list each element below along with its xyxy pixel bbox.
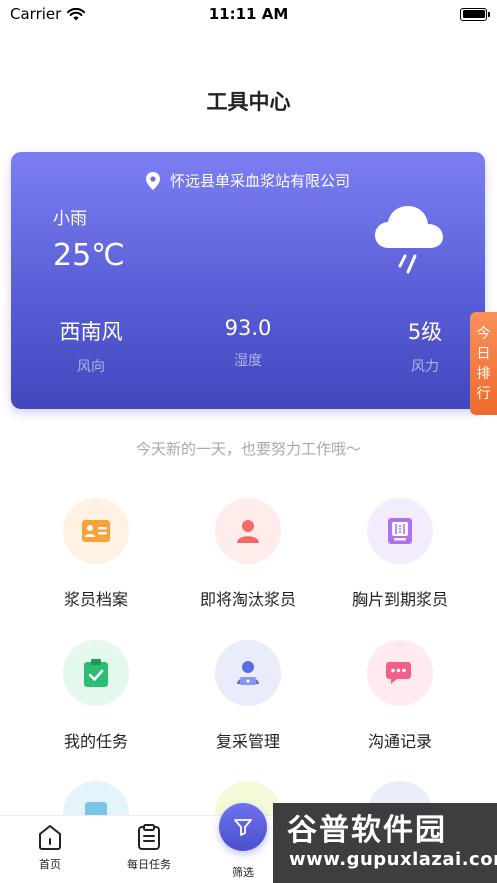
watermark-title: 谷普软件园 (287, 813, 447, 848)
battery-icon (460, 7, 490, 21)
wind-force-label: 风力 (411, 359, 439, 375)
weather-temperature: 25℃ (53, 238, 125, 273)
weather-card: 怀远县单采血浆站有限公司 小雨 25℃ 西南风 风向 93.0 湿度 5级 风力 (11, 152, 485, 409)
clipboard-icon (138, 824, 160, 850)
rank-char: 今 (476, 325, 491, 342)
location-row: 怀远县单采血浆站有限公司 (11, 170, 485, 191)
status-time: 11:11 AM (208, 5, 289, 23)
tool-label: 浆员档案 (63, 590, 128, 609)
tool-eliminating-donors[interactable]: 即将淘汰浆员 (173, 498, 323, 610)
tool-label: 胸片到期浆员 (351, 590, 448, 609)
operator-icon (215, 640, 281, 706)
tab-filter-label: 筛选 (232, 866, 254, 879)
tool-label: 沟通记录 (367, 732, 432, 751)
tool-label: 我的任务 (63, 732, 128, 751)
filter-funnel-icon (234, 819, 252, 836)
wind-direction-stat: 西南风 风向 (31, 316, 151, 376)
wind-direction-value: 西南风 (59, 320, 123, 344)
person-icon (215, 498, 281, 564)
tool-plasma-donor-files[interactable]: 浆员档案 (21, 498, 171, 610)
watermark-url: www.gupuxlazai.com (289, 849, 497, 870)
tool-communication-records[interactable]: 沟通记录 (325, 640, 475, 752)
humidity-label: 湿度 (234, 353, 262, 369)
today-ranking-button[interactable]: 今 日 排 行 (470, 312, 497, 415)
clipboard-check-icon (63, 640, 129, 706)
rain-cloud-icon (375, 206, 443, 274)
location-pin-icon (145, 171, 160, 190)
filter-button[interactable] (219, 803, 267, 851)
tool-label: 即将淘汰浆员 (199, 590, 296, 609)
wind-force-stat: 5级 风力 (365, 316, 485, 376)
tab-filter[interactable]: 筛选 (203, 862, 283, 880)
rank-char: 排 (476, 365, 491, 382)
status-bar: Carrier 11:11 AM (0, 0, 497, 28)
page-title: 工具中心 (206, 90, 291, 114)
tab-home-label: 首页 (39, 858, 61, 871)
wind-force-value: 5级 (407, 320, 443, 344)
weather-condition: 小雨 (53, 209, 87, 229)
tab-home[interactable]: 首页 (10, 824, 90, 872)
id-card-icon (63, 498, 129, 564)
xray-icon (367, 498, 433, 564)
tool-recollection-management[interactable]: 复采管理 (173, 640, 323, 752)
rank-char: 行 (476, 385, 491, 402)
rank-char: 日 (476, 345, 491, 362)
wind-direction-label: 风向 (77, 359, 105, 375)
humidity-stat: 93.0 湿度 (188, 316, 308, 370)
watermark-logo: 谷普软件园 www.gupuxlazai.com (273, 803, 497, 883)
tool-my-tasks[interactable]: 我的任务 (21, 640, 171, 752)
chat-icon (367, 640, 433, 706)
wifi-icon (67, 7, 86, 20)
tool-xray-expiring-donors[interactable]: 胸片到期浆员 (325, 498, 475, 610)
slogan: 今天新的一天，也要努力工作哦～ (135, 440, 361, 458)
home-icon (39, 825, 61, 850)
location-name: 怀远县单采血浆站有限公司 (169, 172, 350, 190)
tab-daily-tasks[interactable]: 每日任务 (109, 824, 189, 872)
tab-daily-tasks-label: 每日任务 (127, 858, 171, 871)
humidity-value: 93.0 (224, 316, 272, 340)
tool-label: 复采管理 (215, 732, 280, 751)
carrier-label: Carrier (10, 5, 62, 23)
